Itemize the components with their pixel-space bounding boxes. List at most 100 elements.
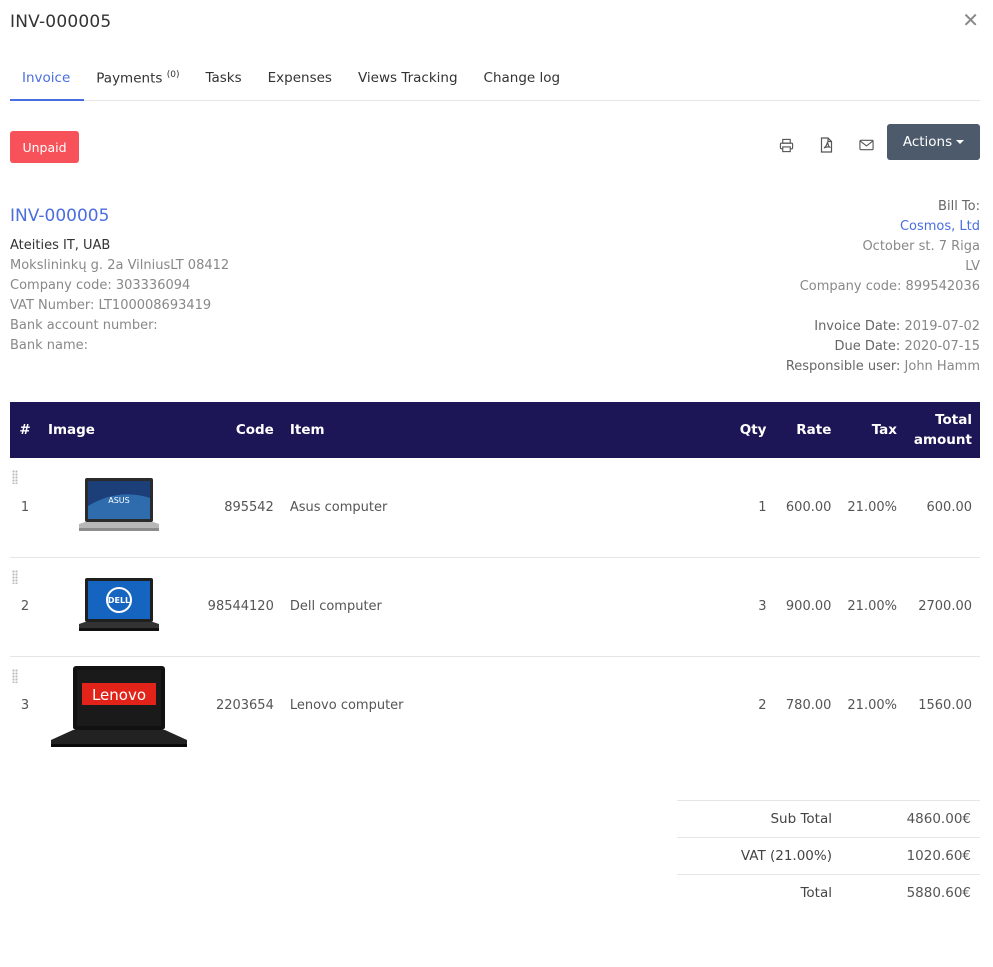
col-header-rate: Rate	[774, 402, 840, 458]
subtotal-row: Sub Total 4860.00€	[677, 800, 980, 837]
tab-label: Views Tracking	[357, 70, 458, 86]
caret-down-icon	[956, 140, 965, 144]
col-header-qty: Qty	[716, 402, 775, 458]
seller-vat-number: VAT Number: LT100008693419	[10, 298, 212, 313]
row-total: 600.00	[904, 458, 980, 558]
actions-label: Actions	[902, 134, 953, 150]
lenovo-brand-text: Lenovo	[92, 686, 146, 704]
vat-row: VAT (21.00%) 1020.60€	[677, 837, 980, 874]
total-label: Total	[800, 885, 832, 901]
due-date: Due Date: 2020-07-15	[786, 337, 980, 357]
bill-to-details: Bill To: Cosmos, Ltd October st. 7 Riga …	[786, 197, 980, 377]
seller-company-code: Company code: 303336094	[10, 278, 191, 293]
asus-laptop-image: ASUS	[39, 458, 198, 558]
col-header-total: Total amount	[904, 402, 980, 458]
row-tax: 21.00%	[839, 458, 905, 558]
tab-label: Payments	[96, 70, 163, 87]
tab-change-log[interactable]: Change log	[472, 58, 575, 101]
close-icon[interactable]: ✕	[962, 10, 979, 30]
drag-handle-icon[interactable]	[12, 569, 18, 584]
table-row: 3 Lenovo 2203654 Lenovo computer 2 780.0…	[10, 656, 980, 755]
row-tax: 21.00%	[839, 557, 905, 657]
seller-bank-account: Bank account number:	[10, 318, 158, 333]
table-row: 1 ASUS 895542 Asus computer 1 600.00 21.…	[10, 458, 980, 558]
actions-button[interactable]: Actions	[887, 124, 980, 160]
table-row: 2 DELL 98544120 Dell computer 3 900.00 2…	[10, 557, 980, 657]
client-company-code: Company code: 899542036	[799, 279, 980, 294]
invoice-date: Invoice Date: 2019-07-02	[786, 317, 980, 337]
row-qty: 2	[758, 698, 767, 714]
tab-tasks[interactable]: Tasks	[193, 58, 255, 101]
row-rate: 780.00	[785, 698, 832, 714]
col-header-total-line1: Total	[935, 412, 972, 428]
row-total: 2700.00	[904, 557, 980, 657]
subtotal-label: Sub Total	[770, 811, 832, 827]
row-code: 2203654	[215, 698, 274, 714]
subtotal-value: 4860.00€	[906, 811, 971, 827]
invoice-number: INV-000005	[10, 206, 110, 226]
lenovo-laptop-image: Lenovo	[40, 656, 198, 755]
tab-label: Expenses	[267, 70, 332, 86]
tab-count: (0)	[166, 70, 180, 80]
vat-value: 1020.60€	[906, 848, 971, 864]
table-header-row: # Image Code Item Qty Rate Tax Total amou…	[10, 402, 980, 458]
row-item: Lenovo computer	[289, 698, 404, 714]
drag-handle-icon[interactable]	[12, 668, 18, 683]
row-code: 895542	[197, 458, 282, 558]
col-header-code: Code	[197, 402, 282, 458]
status-badge: Unpaid	[10, 131, 79, 163]
seller-company: Ateities IT, UAB	[10, 238, 111, 253]
client-address: October st. 7 Riga	[862, 239, 980, 254]
drag-handle-icon[interactable]	[12, 470, 18, 484]
email-icon[interactable]	[854, 134, 878, 156]
totals-summary: Sub Total 4860.00€ VAT (21.00%) 1020.60€…	[677, 800, 980, 911]
items-table: # Image Code Item Qty Rate Tax Total amou…	[10, 402, 980, 755]
tab-views-tracking[interactable]: Views Tracking	[346, 58, 472, 101]
tab-label: Tasks	[205, 70, 242, 86]
modal-title: INV-000005	[10, 12, 112, 32]
seller-address: Mokslininkų g. 2a VilniusLT 08412	[10, 258, 230, 273]
seller-details: Ateities IT, UAB Mokslininkų g. 2a Vilni…	[10, 236, 229, 356]
col-header-item: Item	[281, 402, 717, 458]
row-qty: 1	[716, 458, 775, 558]
due-date-value: 2020-07-15	[904, 339, 980, 354]
bill-to-label: Bill To:	[938, 199, 980, 214]
responsible-label: Responsible user:	[785, 359, 901, 374]
row-rate: 900.00	[774, 557, 840, 657]
responsible-user: Responsible user: John Hamm	[786, 357, 980, 377]
tab-payments[interactable]: Payments (0)	[84, 58, 193, 101]
row-num: 3	[20, 698, 30, 714]
row-code: 98544120	[197, 557, 282, 657]
dell-brand-text: DELL	[108, 596, 130, 605]
asus-brand-text: ASUS	[108, 496, 129, 505]
row-qty: 3	[716, 557, 775, 657]
tab-label: Change log	[483, 70, 561, 86]
row-tax: 21.00%	[847, 698, 897, 714]
client-link[interactable]: Cosmos, Ltd	[786, 217, 980, 237]
print-icon[interactable]	[774, 134, 798, 156]
total-row: Total 5880.60€	[677, 874, 980, 911]
tab-bar: Invoice Payments (0) Tasks Expenses View…	[10, 58, 980, 101]
col-header-image: Image	[39, 402, 198, 458]
row-item: Asus computer	[281, 458, 717, 558]
row-rate: 600.00	[774, 458, 840, 558]
total-value: 5880.60€	[906, 885, 971, 901]
vat-label: VAT (21.00%)	[740, 848, 832, 864]
dell-laptop-image: DELL	[39, 557, 198, 657]
row-total: 1560.00	[918, 698, 972, 714]
responsible-value: John Hamm	[904, 359, 980, 374]
seller-bank-name: Bank name:	[10, 338, 89, 353]
client-country: LV	[965, 259, 980, 274]
due-date-label: Due Date:	[834, 339, 901, 354]
row-item: Dell computer	[281, 557, 717, 657]
tab-label: Invoice	[22, 70, 71, 86]
col-header-num: #	[10, 402, 40, 458]
tab-expenses[interactable]: Expenses	[256, 58, 346, 101]
row-num: 2	[20, 599, 30, 614]
row-num: 1	[20, 499, 30, 515]
col-header-tax: Tax	[839, 402, 905, 458]
tab-invoice[interactable]: Invoice	[10, 58, 85, 101]
pdf-icon[interactable]	[814, 134, 838, 156]
invoice-date-value: 2019-07-02	[904, 319, 980, 334]
col-header-total-line2: amount	[913, 432, 972, 448]
